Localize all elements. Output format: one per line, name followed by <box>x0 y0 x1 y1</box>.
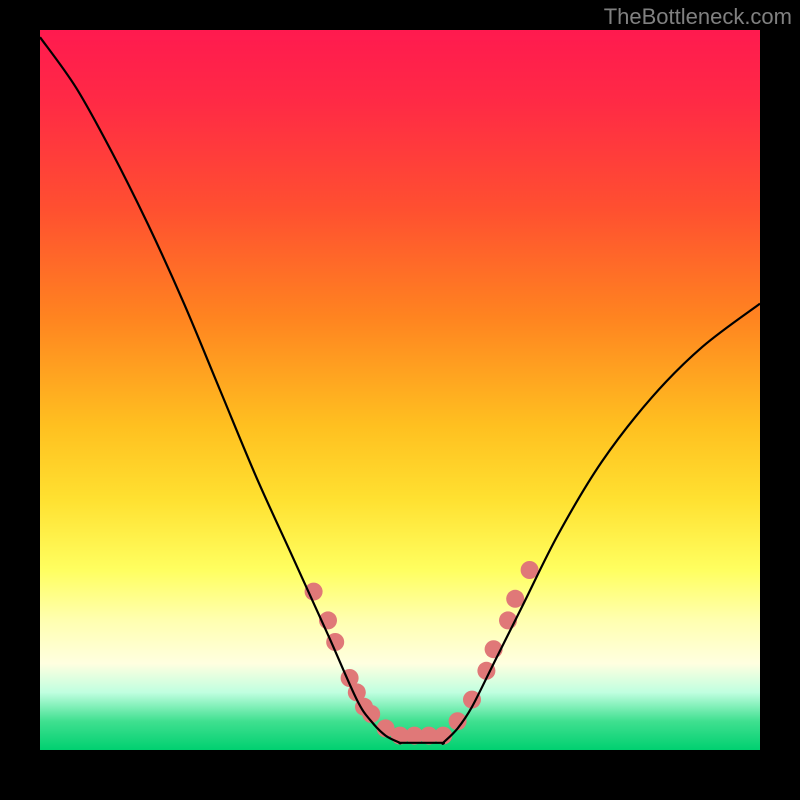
chart-container: TheBottleneck.com <box>0 0 800 800</box>
bottleneck-curve <box>40 37 760 744</box>
marker-group <box>305 561 539 745</box>
watermark-text: TheBottleneck.com <box>604 4 792 30</box>
highlight-marker <box>506 590 524 608</box>
chart-svg <box>40 30 760 750</box>
